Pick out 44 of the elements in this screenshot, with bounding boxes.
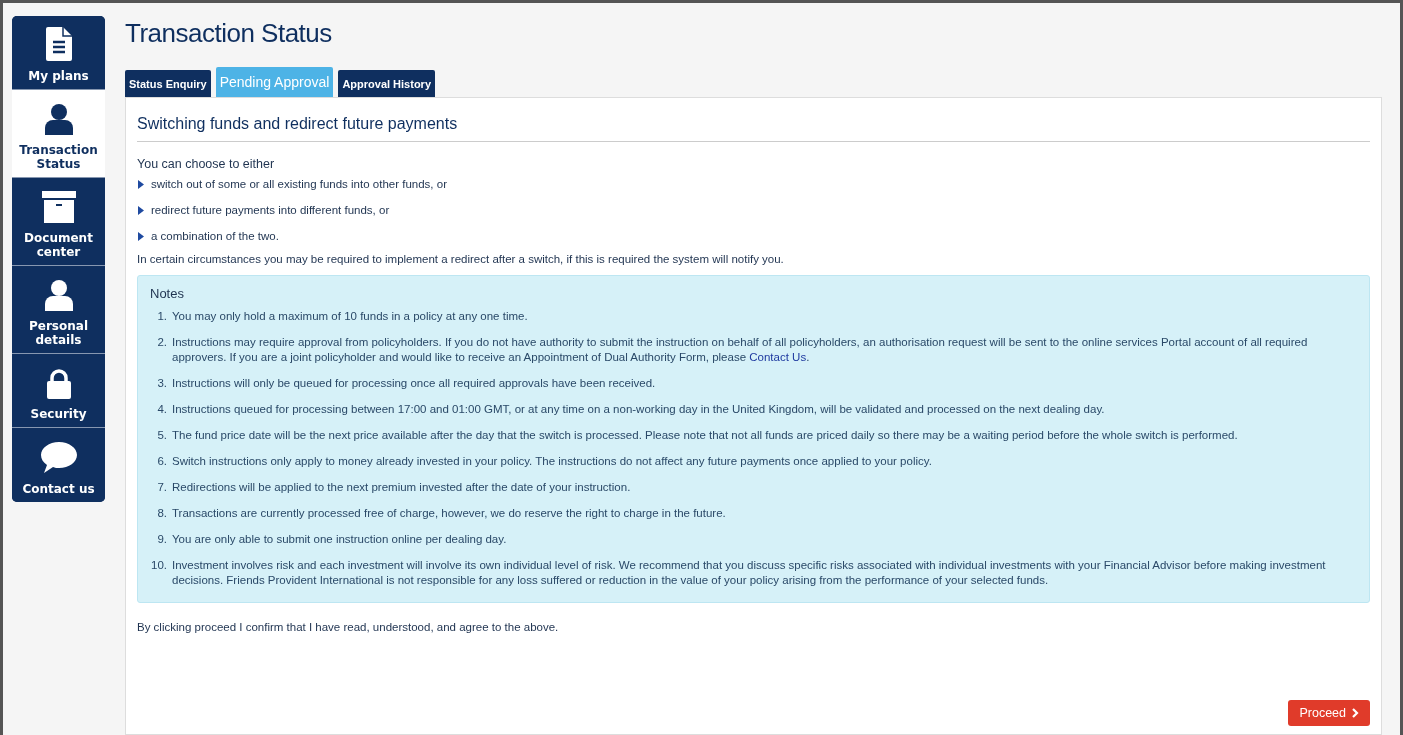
note-number: 3. (156, 376, 167, 391)
tab[interactable]: Approval History (338, 70, 436, 97)
sidebar-item[interactable]: Transaction Status (12, 90, 105, 178)
info-text: In certain circumstances you may be required to implement a redirect after a switch, if this is required the system will notify you. (137, 253, 785, 265)
speech-bubble-icon (39, 442, 78, 474)
page-title: Transaction Status (125, 18, 333, 49)
option-text: redirect future payments into different funds, or (151, 204, 390, 216)
note-number: 8. (156, 506, 167, 521)
note-text: The fund price date will be the next price available after the day that the switch is processed. Please note that not all funds are priced daily so there may be a waiting period before the whole switch is performed. (172, 428, 1238, 443)
document-icon (45, 27, 72, 61)
note-text: Instructions may require approval from policyholders. If you do not have authority to submit the instruction on behalf of all policyholders, an authorisation request will be sent to the online services Portal account of all required approvers. If you are a joint policyholder and would like to receive an Appointment of Dual Authority Form, please Contact Us. (172, 335, 1309, 365)
bullet-arrow-icon (138, 179, 144, 189)
person-icon (43, 104, 74, 135)
note-text: Transactions are currently processed free of charge, however, we do reserve the right to charge in the future. (172, 506, 726, 521)
note-text: You are only able to submit one instruction online per dealing day. (172, 532, 507, 547)
note-number: 10. (150, 558, 167, 573)
option-text: switch out of some or all existing funds into other funds, or (151, 178, 447, 190)
archive-box-icon (41, 191, 76, 223)
note-number: 2. (156, 335, 167, 350)
section-heading: Switching funds and redirect future payments (137, 115, 1370, 142)
confirmation-text: By clicking proceed I confirm that I have read, understood, and agree to the above. (137, 621, 560, 633)
note-text: Switch instructions only apply to money already invested in your policy. The instructions do not affect any future payments once applied to your policy. (172, 454, 932, 469)
bullet-arrow-icon (138, 205, 144, 215)
note-text: Instructions queued for processing between 17:00 and 01:00 GMT, or at any time on a non-working day in the United Kingdom, will be validated and processed on the next dealing day. (172, 402, 1105, 417)
intro-text: You can choose to either (137, 157, 276, 171)
lock-icon (45, 369, 72, 399)
person-icon (43, 280, 74, 311)
option-text: a combination of the two. (151, 230, 279, 242)
note-number: 4. (156, 402, 167, 417)
tab[interactable]: Status Enquiry (125, 70, 211, 97)
bullet-arrow-icon (138, 231, 144, 241)
note-number: 7. (156, 480, 167, 495)
notes-title: Notes (150, 286, 185, 301)
sidebar-item[interactable]: My plans (12, 16, 105, 90)
note-number: 6. (156, 454, 167, 469)
note-text: Instructions will only be queued for processing once all required approvals have been received. (172, 376, 656, 391)
note-text: Redirections will be applied to the next premium invested after the date of your instruction. (172, 480, 631, 495)
note-text: You may only hold a maximum of 10 funds in a policy at any one time. (172, 309, 528, 324)
note-number: 1. (156, 309, 167, 324)
proceed-button[interactable]: Proceed (1288, 700, 1370, 726)
note-text: Investment involves risk and each investment will involve its own individual level of risk. We recommend that you discuss specific risks associated with individual investments with your Financial Advisor before making investment decisions. Friends Provident International is not responsible for any loss suffered or reduction in the value of your policy arising from the performance of your selected funds. (172, 558, 1327, 588)
note-number: 5. (156, 428, 167, 443)
chevron-right-icon (1352, 708, 1359, 718)
note-number: 9. (156, 532, 167, 547)
